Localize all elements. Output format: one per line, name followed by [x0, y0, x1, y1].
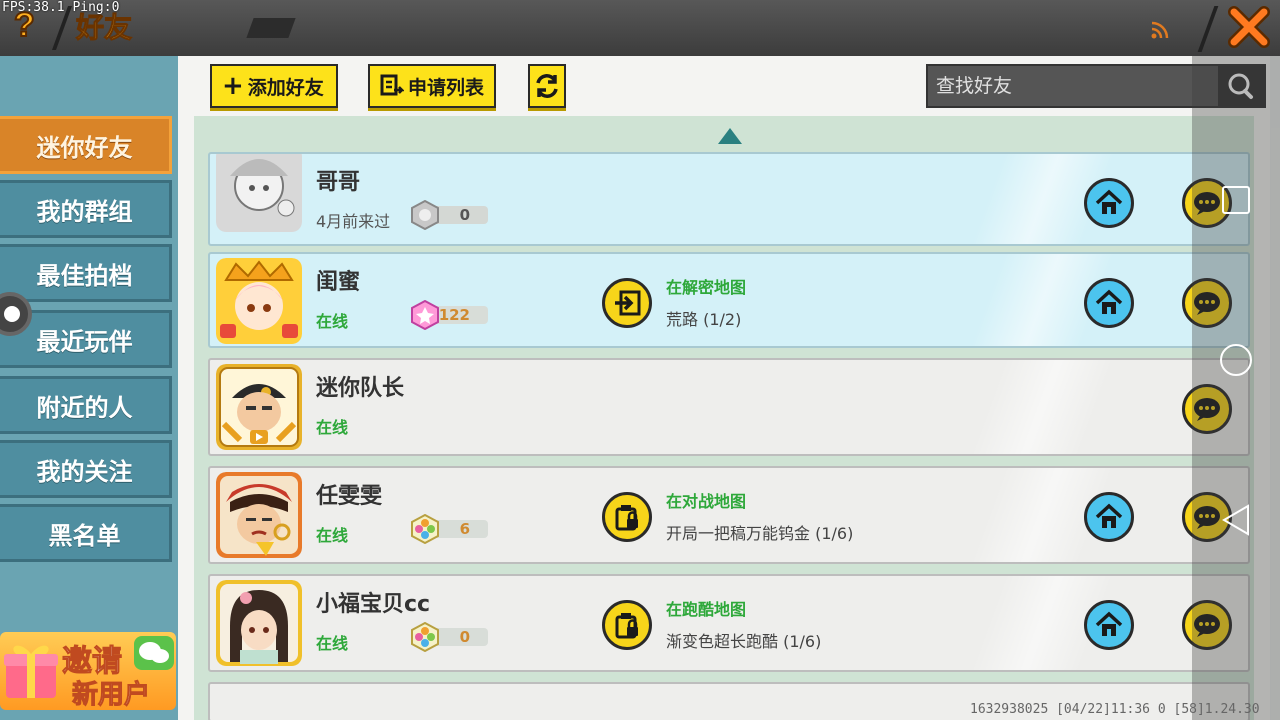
- tab-nearby-people[interactable]: 附近的人: [0, 376, 172, 434]
- friend-name: 小福宝贝cc: [316, 592, 431, 617]
- tab-mini-friends[interactable]: 迷你好友: [0, 116, 172, 174]
- scroll-up-icon[interactable]: [718, 128, 742, 144]
- tab-my-follows[interactable]: 我的关注: [0, 440, 172, 498]
- level-badge: 6: [410, 514, 490, 544]
- friend-list[interactable]: 哥哥 4月前来过 0 闺蜜 在线 122 在解密地图 荒路 (1/2) 迷你队长…: [194, 116, 1254, 720]
- badge-value: 0: [459, 628, 470, 646]
- tab-best-partner[interactable]: 最佳拍档: [0, 244, 172, 302]
- add-friend-label: 添加好友: [247, 76, 324, 99]
- friend-avatar[interactable]: [216, 258, 302, 344]
- map-status: 在解密地图: [666, 278, 747, 297]
- friend-row[interactable]: 闺蜜 在线 122 在解密地图 荒路 (1/2): [208, 252, 1250, 348]
- friend-avatar[interactable]: [216, 152, 302, 232]
- map-name: 荒路 (1/2): [666, 310, 742, 329]
- gift-icon: [4, 645, 58, 698]
- home-icon: [1095, 289, 1123, 314]
- friend-status: 在线: [316, 312, 349, 331]
- friend-avatar[interactable]: [216, 472, 302, 558]
- locked-game-icon: [615, 505, 638, 531]
- invite-new-user-banner[interactable]: 邀请 新用户: [0, 632, 176, 710]
- friends-panel: + 添加好友 申请列表 查找好友 哥哥 4月前来过 0 闺蜜 在线 122 在解…: [178, 56, 1270, 720]
- search-input[interactable]: [928, 66, 1218, 106]
- flower-gem-icon: [411, 622, 439, 652]
- close-separator: [1197, 6, 1219, 52]
- add-friend-button[interactable]: + 添加好友: [210, 64, 338, 108]
- refresh-button[interactable]: [528, 64, 566, 108]
- friend-name: 闺蜜: [316, 270, 361, 295]
- close-icon[interactable]: [1226, 4, 1272, 50]
- pink-gem-icon: [411, 300, 439, 330]
- debug-readout: FPS:38.1 Ping:0: [2, 0, 120, 15]
- join-game-button[interactable]: [602, 278, 652, 328]
- back-nav-icon[interactable]: [1220, 504, 1252, 536]
- request-list-icon: [380, 74, 404, 96]
- friend-row[interactable]: 哥哥 4月前来过 0: [208, 152, 1250, 246]
- friend-status: 在线: [316, 418, 349, 437]
- build-info: 1632938025 [04/22]11:36 0 [58]1.24.30: [970, 702, 1260, 717]
- level-badge: 0: [410, 622, 490, 652]
- friend-status: 在线: [316, 526, 349, 545]
- visit-home-button[interactable]: [1084, 492, 1134, 542]
- sidebar: 迷你好友 我的群组 最佳拍档 最近玩伴 附近的人 我的关注 黑名单: [0, 56, 178, 720]
- tab-blacklist[interactable]: 黑名单: [0, 504, 172, 562]
- friend-name: 迷你队长: [316, 376, 405, 401]
- map-status: 在对战地图: [666, 492, 747, 511]
- friend-row[interactable]: 小福宝贝cc 在线 0 在跑酷地图 渐变色超长跑酷 (1/6): [208, 574, 1250, 672]
- recent-apps-icon[interactable]: [1222, 186, 1250, 214]
- badge-value: 122: [438, 306, 470, 324]
- request-list-button[interactable]: 申请列表: [368, 64, 496, 108]
- friend-name: 任雯雯: [316, 484, 383, 509]
- visit-home-button[interactable]: [1084, 278, 1134, 328]
- join-game-button[interactable]: [602, 600, 652, 650]
- plus-icon: +: [222, 71, 244, 101]
- invite-subtitle: 新用户: [71, 680, 151, 711]
- top-bar: ? 好友: [0, 0, 1280, 56]
- friend-status: 4月前来过: [316, 212, 391, 231]
- home-nav-icon[interactable]: [1220, 344, 1252, 376]
- friend-avatar[interactable]: [216, 364, 302, 450]
- signal-icon: [1151, 21, 1169, 39]
- map-name: 渐变色超长跑酷 (1/6): [666, 632, 822, 651]
- friend-row[interactable]: 迷你队长 在线: [208, 358, 1250, 456]
- locked-game-icon: [615, 613, 638, 639]
- map-status: 在跑酷地图: [666, 600, 747, 619]
- visit-home-button[interactable]: [1084, 178, 1134, 228]
- flower-gem-icon: [411, 514, 439, 544]
- friend-status: 在线: [316, 634, 349, 653]
- level-badge: 122: [410, 300, 490, 330]
- refresh-icon: [536, 74, 558, 98]
- visit-home-button[interactable]: [1084, 600, 1134, 650]
- system-nav-bar: [1192, 56, 1280, 720]
- home-icon: [1095, 611, 1123, 636]
- tab-my-groups[interactable]: 我的群组: [0, 180, 172, 238]
- friend-avatar[interactable]: [216, 580, 302, 666]
- decor-stripe: [246, 18, 296, 38]
- request-list-label: 申请列表: [408, 76, 485, 99]
- badge-value: 0: [459, 206, 470, 224]
- home-icon: [1095, 503, 1123, 528]
- level-badge: 0: [410, 200, 490, 230]
- map-name: 开局一把稿万能钨金 (1/6): [666, 524, 854, 543]
- enter-icon: [615, 290, 641, 316]
- friend-name: 哥哥: [316, 170, 361, 195]
- home-icon: [1095, 189, 1123, 214]
- wechat-icon: [134, 636, 174, 670]
- row-shine: [922, 360, 1162, 454]
- join-game-button[interactable]: [602, 492, 652, 542]
- badge-value: 6: [459, 520, 470, 538]
- gray-gem-icon: [411, 200, 439, 230]
- friend-row[interactable]: 任雯雯 在线 6 在对战地图 开局一把稿万能钨金 (1/6): [208, 466, 1250, 564]
